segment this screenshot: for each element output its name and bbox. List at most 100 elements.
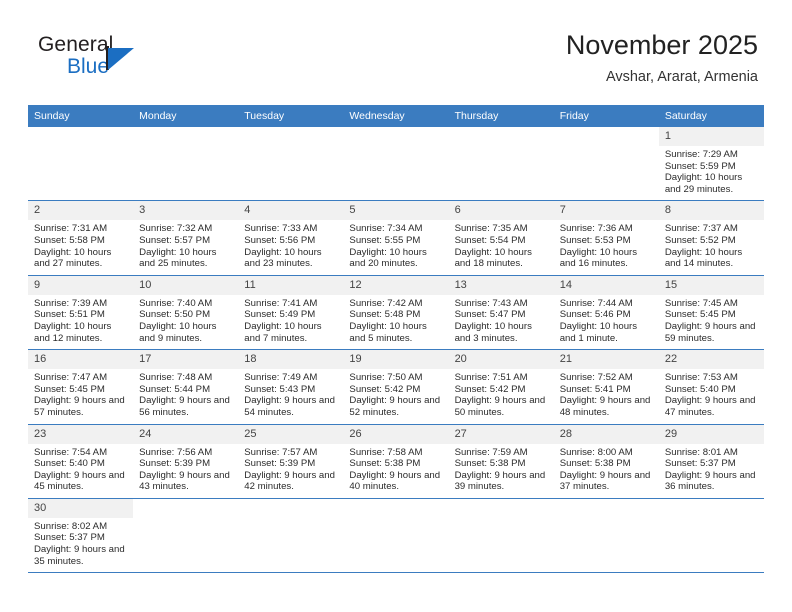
day-cell-inner: 13Sunrise: 7:43 AMSunset: 5:47 PMDayligh… <box>449 276 554 349</box>
calendar-day-cell[interactable]: 14Sunrise: 7:44 AMSunset: 5:46 PMDayligh… <box>554 275 659 349</box>
calendar-week-row: 30Sunrise: 8:02 AMSunset: 5:37 PMDayligh… <box>28 498 764 572</box>
day-cell-inner: 1Sunrise: 7:29 AMSunset: 5:59 PMDaylight… <box>659 127 764 200</box>
calendar-day-cell[interactable]: 27Sunrise: 7:59 AMSunset: 5:38 PMDayligh… <box>449 424 554 498</box>
weekday-header-wednesday: Wednesday <box>343 105 448 127</box>
calendar-day-cell[interactable]: 28Sunrise: 8:00 AMSunset: 5:38 PMDayligh… <box>554 424 659 498</box>
calendar-day-cell[interactable]: 26Sunrise: 7:58 AMSunset: 5:38 PMDayligh… <box>343 424 448 498</box>
page-title: November 2025 <box>566 28 758 62</box>
day-details: Sunrise: 7:54 AMSunset: 5:40 PMDaylight:… <box>28 444 133 498</box>
calendar-day-cell[interactable]: 23Sunrise: 7:54 AMSunset: 5:40 PMDayligh… <box>28 424 133 498</box>
calendar-day-cell[interactable]: 19Sunrise: 7:50 AMSunset: 5:42 PMDayligh… <box>343 350 448 424</box>
sunrise-text: Sunrise: 7:31 AM <box>34 223 128 235</box>
sunset-text: Sunset: 5:38 PM <box>560 458 654 470</box>
daylight-text: Daylight: 10 hours and 1 minute. <box>560 321 654 344</box>
calendar-week-row: 2Sunrise: 7:31 AMSunset: 5:58 PMDaylight… <box>28 201 764 275</box>
day-number: 1 <box>659 127 764 146</box>
calendar-day-cell[interactable]: 29Sunrise: 8:01 AMSunset: 5:37 PMDayligh… <box>659 424 764 498</box>
day-number: 30 <box>28 499 133 518</box>
calendar-day-cell[interactable]: 3Sunrise: 7:32 AMSunset: 5:57 PMDaylight… <box>133 201 238 275</box>
general-blue-logo[interactable]: General Blue <box>38 34 258 96</box>
calendar-day-cell[interactable]: 13Sunrise: 7:43 AMSunset: 5:47 PMDayligh… <box>449 275 554 349</box>
calendar-day-cell[interactable]: 6Sunrise: 7:35 AMSunset: 5:54 PMDaylight… <box>449 201 554 275</box>
calendar-day-cell[interactable]: 4Sunrise: 7:33 AMSunset: 5:56 PMDaylight… <box>238 201 343 275</box>
sunset-text: Sunset: 5:50 PM <box>139 309 233 321</box>
calendar-day-cell[interactable]: 1Sunrise: 7:29 AMSunset: 5:59 PMDaylight… <box>659 127 764 201</box>
calendar-day-cell-empty <box>28 127 133 201</box>
daylight-text: Daylight: 9 hours and 39 minutes. <box>455 470 549 493</box>
day-number: 24 <box>133 425 238 444</box>
calendar-day-cell[interactable]: 20Sunrise: 7:51 AMSunset: 5:42 PMDayligh… <box>449 350 554 424</box>
day-details: Sunrise: 8:01 AMSunset: 5:37 PMDaylight:… <box>659 444 764 498</box>
calendar-day-cell-empty <box>659 498 764 572</box>
day-cell-inner: 18Sunrise: 7:49 AMSunset: 5:43 PMDayligh… <box>238 350 343 423</box>
calendar-day-cell-empty <box>449 127 554 201</box>
day-cell-inner: 20Sunrise: 7:51 AMSunset: 5:42 PMDayligh… <box>449 350 554 423</box>
day-cell-inner: 5Sunrise: 7:34 AMSunset: 5:55 PMDaylight… <box>343 201 448 274</box>
daylight-text: Daylight: 10 hours and 9 minutes. <box>139 321 233 344</box>
calendar-day-cell[interactable]: 10Sunrise: 7:40 AMSunset: 5:50 PMDayligh… <box>133 275 238 349</box>
day-details: Sunrise: 7:40 AMSunset: 5:50 PMDaylight:… <box>133 295 238 349</box>
calendar-day-cell[interactable]: 24Sunrise: 7:56 AMSunset: 5:39 PMDayligh… <box>133 424 238 498</box>
calendar-day-cell[interactable]: 30Sunrise: 8:02 AMSunset: 5:37 PMDayligh… <box>28 498 133 572</box>
sunrise-text: Sunrise: 7:53 AM <box>665 372 759 384</box>
day-details: Sunrise: 7:32 AMSunset: 5:57 PMDaylight:… <box>133 220 238 274</box>
calendar-day-cell[interactable]: 16Sunrise: 7:47 AMSunset: 5:45 PMDayligh… <box>28 350 133 424</box>
calendar-day-cell[interactable]: 7Sunrise: 7:36 AMSunset: 5:53 PMDaylight… <box>554 201 659 275</box>
day-details: Sunrise: 7:33 AMSunset: 5:56 PMDaylight:… <box>238 220 343 274</box>
empty-cell-inner <box>133 127 238 195</box>
calendar-day-cell[interactable]: 9Sunrise: 7:39 AMSunset: 5:51 PMDaylight… <box>28 275 133 349</box>
daylight-text: Daylight: 9 hours and 35 minutes. <box>34 544 128 567</box>
day-details: Sunrise: 7:41 AMSunset: 5:49 PMDaylight:… <box>238 295 343 349</box>
calendar-day-cell[interactable]: 18Sunrise: 7:49 AMSunset: 5:43 PMDayligh… <box>238 350 343 424</box>
sunrise-text: Sunrise: 7:47 AM <box>34 372 128 384</box>
daylight-text: Daylight: 9 hours and 45 minutes. <box>34 470 128 493</box>
calendar-day-cell[interactable]: 22Sunrise: 7:53 AMSunset: 5:40 PMDayligh… <box>659 350 764 424</box>
sunrise-text: Sunrise: 7:54 AM <box>34 447 128 459</box>
day-number: 12 <box>343 276 448 295</box>
sunrise-text: Sunrise: 7:57 AM <box>244 447 338 459</box>
empty-cell-inner <box>238 499 343 567</box>
calendar-day-cell[interactable]: 21Sunrise: 7:52 AMSunset: 5:41 PMDayligh… <box>554 350 659 424</box>
sunrise-text: Sunrise: 7:37 AM <box>665 223 759 235</box>
calendar-day-cell[interactable]: 15Sunrise: 7:45 AMSunset: 5:45 PMDayligh… <box>659 275 764 349</box>
day-number: 18 <box>238 350 343 369</box>
calendar-day-cell[interactable]: 12Sunrise: 7:42 AMSunset: 5:48 PMDayligh… <box>343 275 448 349</box>
calendar-day-cell[interactable]: 8Sunrise: 7:37 AMSunset: 5:52 PMDaylight… <box>659 201 764 275</box>
sunrise-text: Sunrise: 7:39 AM <box>34 298 128 310</box>
daylight-text: Daylight: 10 hours and 27 minutes. <box>34 247 128 270</box>
daylight-text: Daylight: 9 hours and 54 minutes. <box>244 395 338 418</box>
sunset-text: Sunset: 5:40 PM <box>665 384 759 396</box>
calendar-day-cell[interactable]: 11Sunrise: 7:41 AMSunset: 5:49 PMDayligh… <box>238 275 343 349</box>
daylight-text: Daylight: 9 hours and 36 minutes. <box>665 470 759 493</box>
day-details: Sunrise: 7:53 AMSunset: 5:40 PMDaylight:… <box>659 369 764 423</box>
daylight-text: Daylight: 9 hours and 48 minutes. <box>560 395 654 418</box>
sunrise-text: Sunrise: 7:41 AM <box>244 298 338 310</box>
sunrise-text: Sunrise: 7:43 AM <box>455 298 549 310</box>
calendar-day-cell[interactable]: 17Sunrise: 7:48 AMSunset: 5:44 PMDayligh… <box>133 350 238 424</box>
day-details: Sunrise: 7:45 AMSunset: 5:45 PMDaylight:… <box>659 295 764 349</box>
day-details: Sunrise: 7:48 AMSunset: 5:44 PMDaylight:… <box>133 369 238 423</box>
calendar-day-cell[interactable]: 5Sunrise: 7:34 AMSunset: 5:55 PMDaylight… <box>343 201 448 275</box>
day-details: Sunrise: 7:39 AMSunset: 5:51 PMDaylight:… <box>28 295 133 349</box>
day-number: 4 <box>238 201 343 220</box>
day-cell-inner: 12Sunrise: 7:42 AMSunset: 5:48 PMDayligh… <box>343 276 448 349</box>
day-number: 14 <box>554 276 659 295</box>
day-cell-inner: 3Sunrise: 7:32 AMSunset: 5:57 PMDaylight… <box>133 201 238 274</box>
sunset-text: Sunset: 5:45 PM <box>34 384 128 396</box>
sunset-text: Sunset: 5:43 PM <box>244 384 338 396</box>
calendar-day-cell-empty <box>238 498 343 572</box>
sunrise-text: Sunrise: 7:40 AM <box>139 298 233 310</box>
day-details: Sunrise: 7:56 AMSunset: 5:39 PMDaylight:… <box>133 444 238 498</box>
day-cell-inner: 27Sunrise: 7:59 AMSunset: 5:38 PMDayligh… <box>449 425 554 498</box>
day-number: 17 <box>133 350 238 369</box>
day-details: Sunrise: 7:52 AMSunset: 5:41 PMDaylight:… <box>554 369 659 423</box>
sunset-text: Sunset: 5:56 PM <box>244 235 338 247</box>
sunrise-text: Sunrise: 7:50 AM <box>349 372 443 384</box>
calendar-day-cell[interactable]: 25Sunrise: 7:57 AMSunset: 5:39 PMDayligh… <box>238 424 343 498</box>
weekday-header-tuesday: Tuesday <box>238 105 343 127</box>
sunset-text: Sunset: 5:48 PM <box>349 309 443 321</box>
day-details: Sunrise: 7:50 AMSunset: 5:42 PMDaylight:… <box>343 369 448 423</box>
empty-cell-inner <box>238 127 343 195</box>
calendar-day-cell-empty <box>133 127 238 201</box>
calendar-day-cell[interactable]: 2Sunrise: 7:31 AMSunset: 5:58 PMDaylight… <box>28 201 133 275</box>
